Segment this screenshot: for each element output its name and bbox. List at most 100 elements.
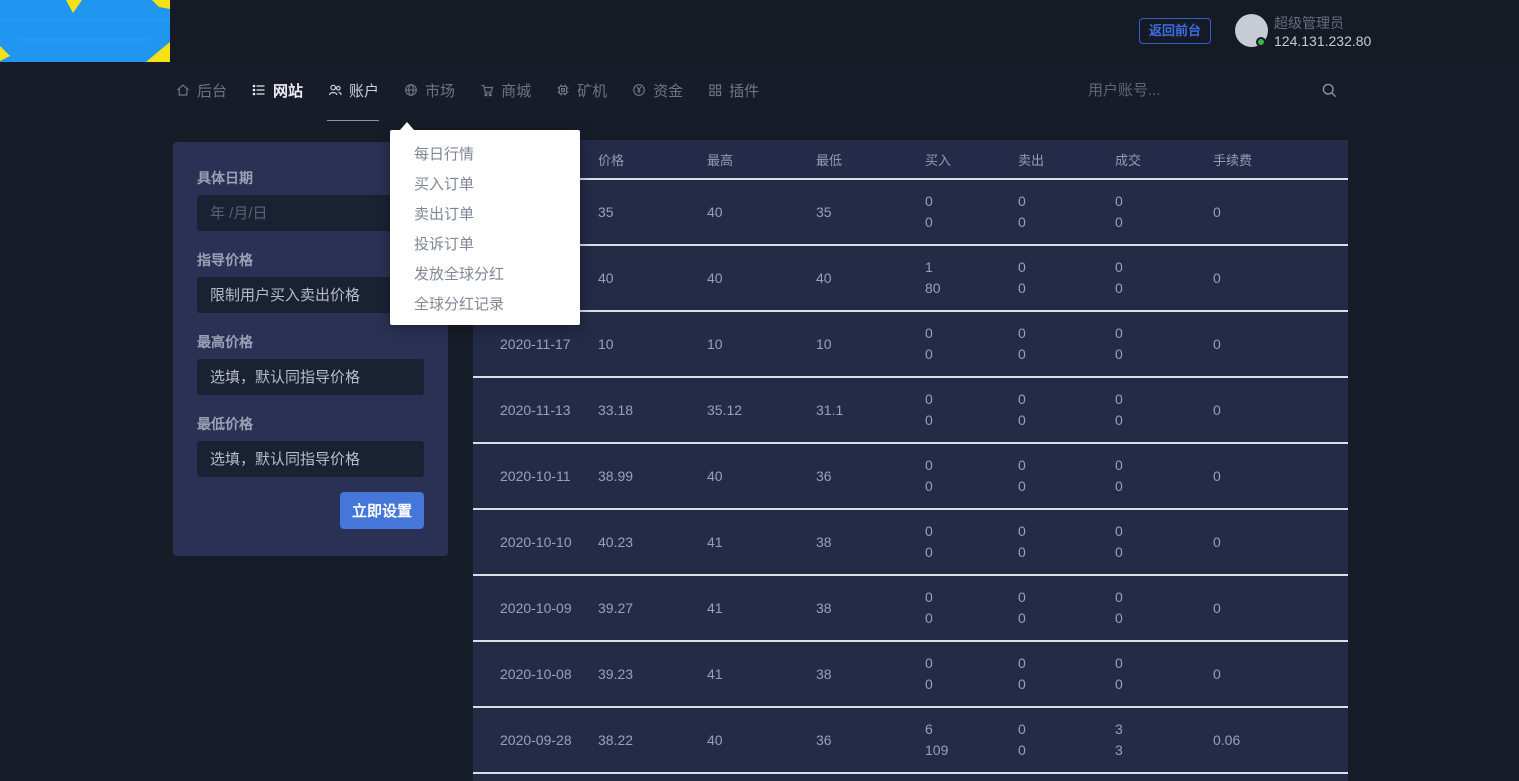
cell-buy: 00 — [925, 521, 1018, 563]
cell-high: 40 — [707, 731, 723, 748]
menu-item-买入订单[interactable]: 买入订单 — [390, 170, 580, 200]
menu-item-每日行情[interactable]: 每日行情 — [390, 140, 580, 170]
cell-sell: 00 — [1018, 587, 1115, 629]
cell-sell-line2: 0 — [1018, 610, 1026, 626]
cell-buy-line2: 0 — [925, 412, 933, 428]
cell-high: 41 — [707, 665, 723, 682]
cell-deal-line2: 0 — [1115, 280, 1123, 296]
cell-sell: 00 — [1018, 389, 1115, 431]
user-ip: 124.131.232.80 — [1274, 33, 1372, 49]
topbar: 返回前台 超级管理员 124.131.232.80 — [0, 0, 1519, 62]
max-price-input[interactable] — [197, 359, 424, 395]
cell-deal-line2: 0 — [1115, 544, 1123, 560]
nav-item-label: 市场 — [425, 82, 456, 100]
cell-date: 2020-10-11 — [500, 467, 571, 484]
table-partial-row — [473, 774, 1348, 781]
cell-sell-line1: 0 — [1018, 655, 1026, 671]
table-row: 2020-10-08 39.23 41 38 0 0 0 0 0 0 0 — [473, 642, 1348, 708]
menu-item-卖出订单[interactable]: 卖出订单 — [390, 200, 580, 230]
nav-item-label: 网站 — [273, 82, 304, 100]
cell-deal: 00 — [1115, 191, 1213, 233]
logo-image — [0, 0, 170, 62]
column-header-sell: 卖出 — [1018, 152, 1045, 168]
cell-low: 36 — [816, 467, 832, 484]
cell-sell-line1: 0 — [1018, 523, 1026, 539]
globe-icon — [403, 82, 419, 98]
cell-deal: 00 — [1115, 653, 1213, 695]
nav-item-商城[interactable]: 商城 — [479, 62, 531, 118]
cell-buy-line2: 0 — [925, 610, 933, 626]
search-input[interactable] — [1088, 81, 1311, 99]
nav-item-网站[interactable]: 网站 — [251, 62, 303, 118]
cell-date: 2020-11-17 — [500, 335, 571, 352]
cell-low: 31.1 — [816, 401, 844, 418]
cell-buy: 00 — [925, 587, 1018, 629]
cell-sell-line1: 0 — [1018, 325, 1026, 341]
cell-sell-line2: 0 — [1018, 280, 1026, 296]
nav-item-资金[interactable]: 资金 — [631, 62, 683, 118]
list-icon — [251, 82, 267, 98]
cart-icon — [479, 82, 495, 98]
cell-buy: 00 — [925, 455, 1018, 497]
table-row: 2020-11-17 10 10 10 0 0 0 0 0 0 0 — [473, 312, 1348, 378]
column-header-price: 价格 — [598, 152, 625, 168]
cell-sell-line1: 0 — [1018, 391, 1026, 407]
cell-price: 38.22 — [598, 731, 634, 748]
cell-high: 40 — [707, 467, 723, 484]
cell-buy-line2: 0 — [925, 544, 933, 560]
menu-item-投诉订单[interactable]: 投诉订单 — [390, 230, 580, 260]
cell-sell-line1: 0 — [1018, 457, 1026, 473]
cell-deal-line2: 0 — [1115, 214, 1123, 230]
online-status-dot — [1256, 37, 1266, 47]
cell-deal: 33 — [1115, 719, 1213, 761]
nav-item-后台[interactable]: 后台 — [175, 62, 227, 118]
cell-low: 35 — [816, 203, 832, 220]
back-to-front-button[interactable]: 返回前台 — [1139, 18, 1211, 44]
cell-sell: 00 — [1018, 653, 1115, 695]
cell-fee: 0 — [1213, 467, 1221, 484]
search-icon[interactable] — [1321, 82, 1338, 99]
nav-item-账户[interactable]: 账户 — [327, 62, 380, 121]
cell-deal-line1: 0 — [1115, 589, 1123, 605]
menu-item-发放全球分红[interactable]: 发放全球分红 — [390, 260, 580, 290]
nav-item-插件[interactable]: 插件 — [707, 62, 759, 118]
cell-fee: 0 — [1213, 335, 1221, 352]
cell-buy-line1: 6 — [925, 721, 933, 737]
menu-item-全球分红记录[interactable]: 全球分红记录 — [390, 290, 580, 320]
min-price-input[interactable] — [197, 441, 424, 477]
cell-sell-line1: 0 — [1018, 193, 1026, 209]
cell-buy-line1: 0 — [925, 193, 933, 209]
cell-price: 40.23 — [598, 533, 634, 550]
avatar[interactable] — [1235, 14, 1268, 47]
cell-fee: 0.06 — [1213, 731, 1241, 748]
nav-item-矿机[interactable]: 矿机 — [555, 62, 607, 118]
cell-deal: 00 — [1115, 257, 1213, 299]
cell-buy: 1 80 — [925, 257, 1018, 299]
cell-date: 2020-09-28 — [500, 731, 572, 748]
cell-buy-line1: 0 — [925, 523, 933, 539]
nav-item-label: 矿机 — [577, 82, 608, 100]
cell-low: 10 — [816, 335, 832, 352]
cell-deal: 00 — [1115, 389, 1213, 431]
table-row: 40 40 40 1 80 0 0 0 0 0 — [473, 246, 1348, 312]
cell-date: 2020-11-13 — [500, 401, 571, 418]
logo[interactable] — [0, 0, 170, 62]
set-now-button[interactable]: 立即设置 — [340, 492, 424, 529]
nav-item-label: 商城 — [501, 82, 532, 100]
cell-deal: 00 — [1115, 455, 1213, 497]
cell-deal-line1: 0 — [1115, 391, 1123, 407]
nav-item-市场[interactable]: 市场 — [403, 62, 455, 118]
home-icon — [175, 82, 191, 98]
table-row: 2020-10-10 40.23 41 38 0 0 0 0 0 0 0 — [473, 510, 1348, 576]
cell-deal-line1: 0 — [1115, 325, 1123, 341]
nav-item-label: 插件 — [729, 82, 760, 100]
cell-sell-line2: 0 — [1018, 742, 1026, 758]
cell-fee: 0 — [1213, 401, 1221, 418]
cell-deal-line1: 0 — [1115, 457, 1123, 473]
cell-buy-line1: 0 — [925, 655, 933, 671]
cell-sell-line2: 0 — [1018, 676, 1026, 692]
column-header-buy: 买入 — [925, 152, 952, 168]
cell-sell-line1: 0 — [1018, 259, 1026, 275]
user-role-label: 超级管理员 — [1274, 15, 1344, 31]
cell-date: 2020-10-08 — [500, 665, 572, 682]
